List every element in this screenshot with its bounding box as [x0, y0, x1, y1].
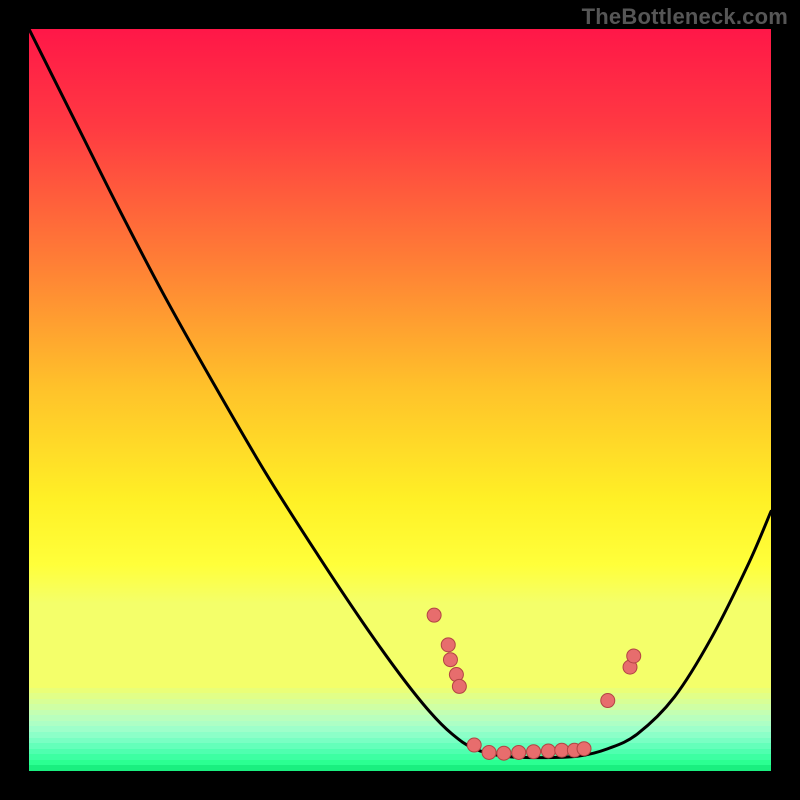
- data-dot: [441, 638, 455, 652]
- data-dot: [467, 738, 481, 752]
- data-dots: [427, 608, 641, 760]
- data-dot: [497, 746, 511, 760]
- data-dot: [452, 679, 466, 693]
- data-dot: [577, 742, 591, 756]
- data-dot: [627, 649, 641, 663]
- watermark-text: TheBottleneck.com: [582, 4, 788, 30]
- data-dot: [512, 745, 526, 759]
- data-dot: [482, 745, 496, 759]
- data-dot: [541, 744, 555, 758]
- data-dot: [601, 694, 615, 708]
- data-dot: [427, 608, 441, 622]
- data-dot: [443, 653, 457, 667]
- canvas: TheBottleneck.com: [0, 0, 800, 800]
- chart-svg: [29, 29, 771, 771]
- bottleneck-curve: [29, 29, 771, 758]
- data-dot: [527, 745, 541, 759]
- data-dot: [555, 743, 569, 757]
- plot-area: [29, 29, 771, 771]
